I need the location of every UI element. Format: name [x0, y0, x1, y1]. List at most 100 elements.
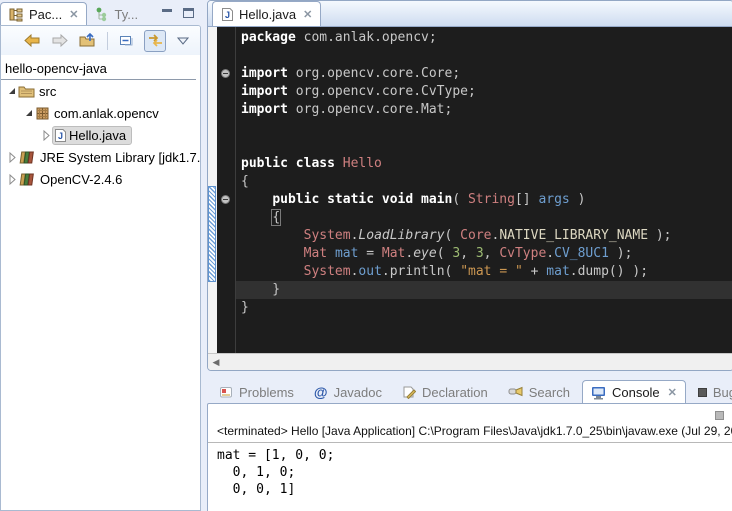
code-line: {	[208, 173, 732, 191]
close-icon[interactable]: ✕	[67, 8, 78, 21]
up-folder-icon	[79, 33, 97, 48]
code-line: public static void main( String[] args )	[208, 191, 732, 209]
editor-tab-label: Hello.java	[239, 7, 296, 22]
package-explorer-toolbar	[1, 26, 200, 55]
svg-text:J: J	[225, 10, 230, 20]
code-line: }	[208, 281, 732, 299]
tab-label: Console	[612, 385, 660, 400]
view-tab-problems[interactable]: Problems	[211, 380, 302, 404]
search-icon	[508, 385, 523, 399]
library-icon	[18, 172, 36, 186]
collapse-all-button[interactable]	[116, 30, 138, 52]
tab-label: Declaration	[422, 385, 488, 400]
code-line: import org.opencv.core.Core;	[208, 65, 732, 83]
collapse-all-icon	[119, 33, 136, 48]
view-tab-ty-[interactable]: Ty...	[87, 2, 146, 26]
fold-collapse-icon[interactable]	[221, 195, 230, 204]
tree-item-label: com.anlak.opencv	[50, 105, 163, 122]
view-menu-icon	[177, 37, 189, 45]
view-tab-console[interactable]: Console ✕	[582, 380, 686, 404]
maximize-button[interactable]	[183, 6, 194, 21]
collapsed-arrow-icon[interactable]	[39, 129, 52, 141]
declaration-icon	[402, 385, 416, 399]
tree-item-label: src	[35, 83, 60, 100]
close-icon[interactable]: ✕	[301, 8, 312, 21]
code-line: public class Hello	[208, 155, 732, 173]
tab-label: Javadoc	[334, 385, 382, 400]
console-tabbar: Problems @ Javadoc Declaration Search Console…	[207, 377, 732, 404]
console-output[interactable]: mat = [1, 0, 0; 0, 1, 0; 0, 0, 1]	[208, 443, 732, 498]
close-icon[interactable]: ✕	[666, 386, 677, 399]
tree-item-hello-java[interactable]: J Hello.java	[1, 124, 200, 146]
package-explorer-panel: Pac... ✕ Ty... hello-opencv-java src com.an…	[0, 0, 202, 511]
package-folder-icon	[18, 84, 35, 98]
up-button[interactable]	[77, 30, 99, 52]
link-editor-icon	[147, 33, 164, 48]
code-line	[208, 47, 732, 65]
horizontal-scrollbar[interactable]: ◀	[208, 353, 732, 370]
nav-back-icon	[23, 33, 41, 48]
bug-icon	[698, 388, 707, 397]
project-tree: hello-opencv-java src com.anlak.opencv J He…	[1, 55, 200, 190]
tree-item-label: OpenCV-2.4.6	[36, 171, 126, 188]
code-line	[208, 119, 732, 137]
code-line: {	[208, 209, 732, 227]
tree-item-opencv-2-4-6[interactable]: OpenCV-2.4.6	[1, 168, 200, 190]
tab-label: Bug Explorer	[713, 385, 732, 400]
view-tab-pac-[interactable]: Pac... ✕	[0, 2, 87, 26]
code-editor[interactable]: package com.anlak.opencv; import org.open…	[208, 27, 732, 353]
svg-text:J: J	[58, 131, 63, 141]
tab-label: Ty...	[114, 7, 138, 22]
view-tab-bug-explorer[interactable]: Bug Explorer	[690, 380, 732, 404]
tree-item-label: Hello.java	[67, 127, 128, 144]
expanded-arrow-icon[interactable]	[22, 108, 35, 118]
code-line	[208, 137, 732, 155]
console-view: <terminated> Hello [Java Application] C:…	[207, 403, 732, 511]
package-explorer-icon	[9, 7, 24, 22]
java-file-icon: J	[54, 128, 67, 143]
view-menu-button[interactable]	[172, 30, 194, 52]
java-file-icon: J	[221, 7, 234, 22]
fold-collapse-icon[interactable]	[221, 69, 230, 78]
tab-label: Search	[529, 385, 570, 400]
package-icon	[35, 106, 50, 121]
code-line: package com.anlak.opencv;	[208, 29, 732, 47]
tab-label: Problems	[239, 385, 294, 400]
link-with-editor-button[interactable]	[144, 30, 166, 52]
scroll-left-arrow-icon[interactable]: ◀	[208, 357, 224, 368]
eclipse-window: Pac... ✕ Ty... hello-opencv-java src com.an…	[0, 0, 732, 511]
view-tab-declaration[interactable]: Declaration	[394, 380, 496, 404]
console-output-line: mat = [1, 0, 0;	[217, 447, 732, 464]
forward-button[interactable]	[49, 30, 71, 52]
tree-item-jre-system-library-jdk1-7-0[interactable]: JRE System Library [jdk1.7.0	[1, 146, 200, 168]
console-output-line: 0, 1, 0;	[217, 464, 732, 481]
console-panel: Problems @ Javadoc Declaration Search Console…	[207, 377, 732, 511]
console-toolbar-button[interactable]	[715, 411, 724, 420]
editor-panel: J Hello.java ✕ package com.anlak.opencv;…	[207, 0, 732, 371]
project-name-label[interactable]: hello-opencv-java	[1, 59, 196, 80]
collapsed-arrow-icon[interactable]	[5, 173, 18, 185]
expanded-arrow-icon[interactable]	[5, 86, 18, 96]
code-line: import org.opencv.core.CvType;	[208, 83, 732, 101]
minimize-button[interactable]	[162, 6, 173, 21]
collapsed-arrow-icon[interactable]	[5, 151, 18, 163]
code-line: Mat mat = Mat.eye( 3, 3, CvType.CV_8UC1 …	[208, 245, 732, 263]
console-output-line: 0, 0, 1]	[217, 481, 732, 498]
tab-label: Pac...	[29, 7, 62, 22]
tree-rows: src com.anlak.opencv J Hello.java JRE System…	[1, 80, 200, 190]
code-line: }	[208, 299, 732, 317]
library-icon	[18, 150, 36, 164]
console-status-line: <terminated> Hello [Java Application] C:…	[208, 422, 732, 443]
javadoc-icon: @	[314, 384, 328, 400]
package-explorer-body: hello-opencv-java src com.anlak.opencv J He…	[0, 25, 201, 511]
problems-icon	[219, 385, 233, 399]
selected-tree-item: J Hello.java	[52, 126, 132, 145]
tree-item-src[interactable]: src	[1, 80, 200, 102]
back-button[interactable]	[21, 30, 43, 52]
code-line: System.LoadLibrary( Core.NATIVE_LIBRARY_…	[208, 227, 732, 245]
view-tab-javadoc[interactable]: @ Javadoc	[306, 380, 390, 404]
view-tab-search[interactable]: Search	[500, 380, 578, 404]
editor-tab-hello-java[interactable]: J Hello.java ✕	[212, 1, 321, 26]
nav-forward-icon	[51, 33, 69, 48]
tree-item-com-anlak-opencv[interactable]: com.anlak.opencv	[1, 102, 200, 124]
